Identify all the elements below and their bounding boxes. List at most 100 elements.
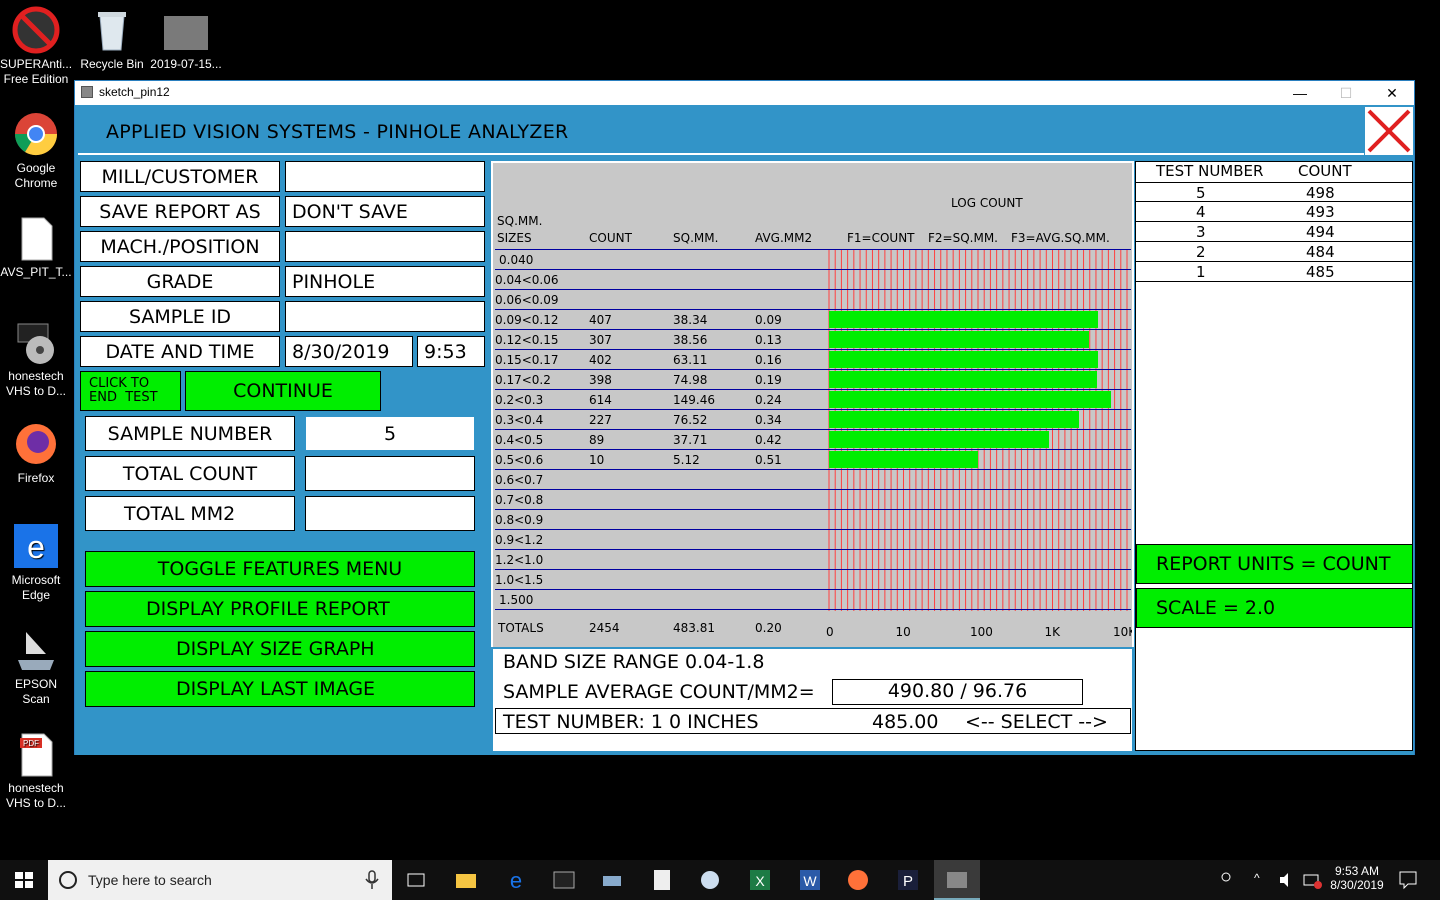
date-field[interactable]: 8/30/2019	[285, 336, 413, 367]
test-number-cell: 2	[1196, 243, 1206, 261]
desktop-icon-honestech-pdf[interactable]: PDF honestech VHS to D...	[0, 730, 72, 811]
scale-button[interactable]: SCALE = 2.0	[1136, 588, 1413, 628]
document-icon	[12, 214, 60, 262]
close-button[interactable]: ✕	[1369, 81, 1415, 105]
volume-icon[interactable]	[1276, 868, 1300, 892]
row-count: 402	[589, 353, 612, 367]
scanner-taskbar-icon[interactable]	[600, 868, 624, 892]
totals-avg: 0.20	[755, 621, 782, 635]
desktop-icon-label: honestech VHS to D...	[5, 369, 67, 398]
sample-id-label: SAMPLE ID	[80, 301, 280, 332]
row-divider	[495, 289, 1131, 290]
row-avg: 0.19	[755, 373, 782, 387]
people-icon[interactable]	[1216, 868, 1240, 892]
row-divider	[495, 329, 1131, 330]
row-sqmm: 5.12	[673, 453, 700, 467]
row-size: 0.04<0.06	[495, 273, 559, 287]
test-number-cell: 5	[1196, 184, 1206, 202]
row-sqmm: 37.71	[673, 433, 708, 447]
microphone-icon[interactable]	[364, 870, 380, 890]
edge-taskbar-icon[interactable]: e	[504, 868, 528, 893]
row-divider	[495, 509, 1131, 510]
desktop-icon-honestech[interactable]: honestech VHS to D...	[0, 318, 72, 399]
row-size: 0.15<0.17	[495, 353, 559, 367]
taskbar-search-box[interactable]: Type here to search	[48, 860, 392, 900]
row-avg: 0.13	[755, 333, 782, 347]
test-result-row[interactable]: 4 493	[1136, 202, 1412, 222]
no-entry-icon	[12, 6, 60, 54]
test-result-row[interactable]: 5 498	[1136, 182, 1412, 202]
svg-text:e: e	[27, 529, 45, 565]
row-size: 0.8<0.9	[495, 513, 544, 527]
desktop-icon-edge[interactable]: e Microsoft Edge	[0, 522, 72, 603]
grade-field[interactable]: PINHOLE	[285, 266, 485, 297]
minimize-button[interactable]: —	[1277, 81, 1323, 105]
end-test-button[interactable]: CLICK TO END TEST	[80, 371, 181, 411]
paint-icon[interactable]	[698, 868, 722, 892]
mach-position-label: MACH./POSITION	[80, 231, 280, 262]
notification-icon[interactable]	[1396, 868, 1420, 892]
test-number-cell: 3	[1196, 223, 1206, 241]
task-view-icon[interactable]	[404, 868, 428, 892]
row-divider	[495, 529, 1131, 530]
row-avg: 0.24	[755, 393, 782, 407]
display-size-graph-button[interactable]: DISPLAY SIZE GRAPH	[85, 631, 475, 667]
desktop-icon-label: EPSON Scan	[14, 677, 57, 706]
active-sketch-taskbar-button[interactable]	[934, 860, 980, 900]
desktop-icon-epson-scan[interactable]: EPSON Scan	[0, 626, 72, 707]
display-profile-report-button[interactable]: DISPLAY PROFILE REPORT	[85, 591, 475, 627]
test-result-row[interactable]: 1 485	[1136, 262, 1412, 282]
continue-button[interactable]: CONTINUE	[185, 371, 381, 411]
report-units-button[interactable]: REPORT UNITS = COUNT	[1136, 544, 1413, 584]
network-icon[interactable]	[1300, 868, 1324, 892]
row-size: 0.5<0.6	[495, 453, 544, 467]
select-control[interactable]: <-- SELECT -->	[965, 711, 1108, 733]
sample-id-field[interactable]	[285, 301, 485, 332]
desktop-icon-superantispyware[interactable]: SUPERAnti... Free Edition	[0, 6, 72, 87]
chevron-up-icon[interactable]: ^	[1254, 871, 1260, 885]
time-field[interactable]: 9:53	[417, 336, 485, 367]
app-close-x-button[interactable]	[1365, 107, 1413, 155]
mach-position-field[interactable]	[285, 231, 485, 262]
window-titlebar[interactable]: sketch_pin12 — ☐ ✕	[75, 81, 1414, 105]
mill-customer-field[interactable]	[285, 161, 485, 192]
calculator-icon[interactable]	[650, 868, 674, 892]
desktop-icon-recycle-bin[interactable]: Recycle Bin	[76, 6, 148, 72]
test-result-row[interactable]: 3 494	[1136, 222, 1412, 242]
row-size: 1.500	[499, 593, 534, 607]
firefox-taskbar-icon[interactable]	[846, 868, 870, 892]
row-avg: 0.42	[755, 433, 782, 447]
row-size: 0.2<0.3	[495, 393, 544, 407]
test-result-row[interactable]: 2 484	[1136, 242, 1412, 262]
desktop-icon-avs-file[interactable]: AVS_PIT_T...	[0, 214, 72, 280]
toggle-features-menu-button[interactable]: TOGGLE FEATURES MENU	[85, 551, 475, 587]
start-windows-icon[interactable]	[12, 868, 36, 892]
file-explorer-icon[interactable]	[454, 868, 478, 892]
row-avg: 0.16	[755, 353, 782, 367]
row-divider	[495, 389, 1131, 390]
display-last-image-button[interactable]: DISPLAY LAST IMAGE	[85, 671, 475, 707]
save-report-field[interactable]: DON'T SAVE	[285, 196, 485, 227]
desktop-icon-image-file[interactable]: 2019-07-15...	[150, 6, 222, 72]
processing-icon[interactable]: P	[896, 868, 920, 892]
terminal-icon[interactable]	[552, 868, 576, 892]
clock[interactable]: 9:53 AM 8/30/2019	[1326, 864, 1388, 892]
desktop-icon-firefox[interactable]: Firefox	[0, 420, 72, 486]
row-divider	[495, 309, 1131, 310]
word-icon[interactable]: W	[798, 868, 822, 892]
excel-icon[interactable]: X	[748, 868, 772, 892]
desktop-icon-label: 2019-07-15...	[150, 57, 222, 71]
row-count: 614	[589, 393, 612, 407]
desktop-icon-chrome[interactable]: Google Chrome	[0, 110, 72, 191]
row-avg: 0.09	[755, 313, 782, 327]
count-bar	[829, 351, 1098, 368]
row-divider	[495, 569, 1131, 570]
row-count: 227	[589, 413, 612, 427]
app-header: APPLIED VISION SYSTEMS - PINHOLE ANALYZE…	[78, 107, 1364, 155]
row-size: 0.12<0.15	[495, 333, 559, 347]
sample-avg-value: 490.80 / 96.76	[832, 679, 1083, 705]
maximize-button[interactable]: ☐	[1323, 81, 1369, 105]
totals-sqmm: 483.81	[673, 621, 715, 635]
test-number-cell: 1	[1196, 263, 1206, 281]
search-placeholder: Type here to search	[88, 872, 212, 888]
